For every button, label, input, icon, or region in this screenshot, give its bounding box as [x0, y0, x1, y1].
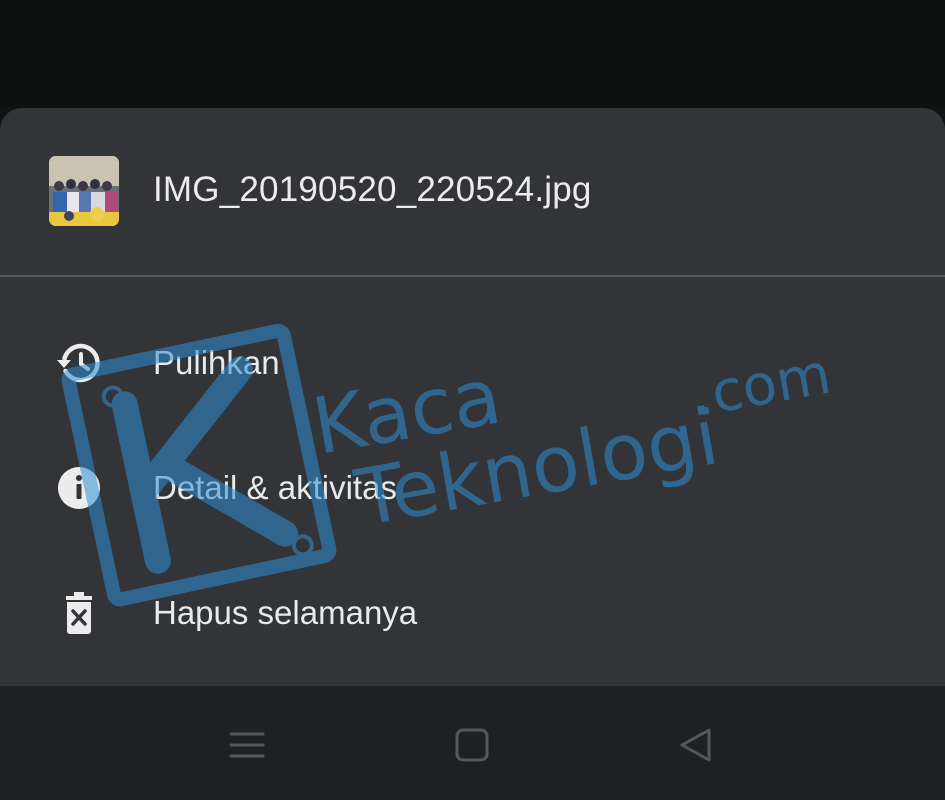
menu-item-details[interactable]: Detail & aktivitas — [0, 433, 945, 543]
menu-item-label: Hapus selamanya — [153, 594, 418, 631]
sheet-header: IMG_20190520_220524.jpg — [0, 108, 945, 275]
screen: IMG_20190520_220524.jpg Pulihkan Detail … — [0, 0, 945, 800]
photo-thumbnail — [49, 156, 119, 226]
menu-item-delete-forever[interactable]: Hapus selamanya — [0, 558, 945, 668]
restore-history-icon — [56, 340, 102, 386]
system-navigation-bar — [0, 686, 945, 800]
info-icon — [56, 465, 102, 511]
delete-forever-icon — [56, 590, 102, 636]
menu-item-label: Pulihkan — [153, 344, 280, 381]
dimmed-background[interactable] — [0, 0, 945, 108]
menu-item-restore[interactable]: Pulihkan — [0, 308, 945, 418]
menu-icon[interactable] — [224, 722, 270, 768]
file-name: IMG_20190520_220524.jpg — [153, 170, 592, 209]
back-icon[interactable] — [673, 722, 719, 768]
menu-item-label: Detail & aktivitas — [153, 469, 397, 506]
home-icon[interactable] — [449, 722, 495, 768]
divider — [0, 275, 945, 277]
